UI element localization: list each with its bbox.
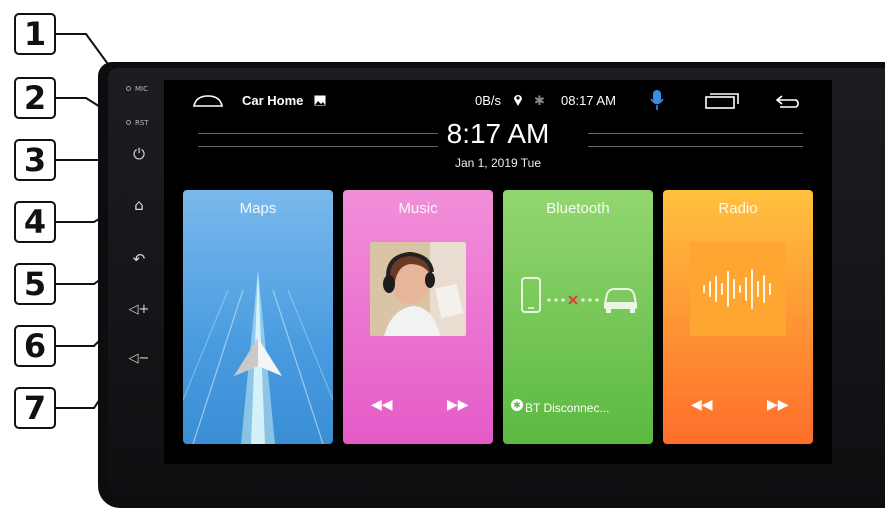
bluetooth-card[interactable]: Bluetooth ✱ BT Disconnec... — [503, 190, 653, 444]
radio-prev-icon[interactable]: ◀◀ — [691, 396, 713, 413]
back-arrow-icon[interactable] — [776, 94, 804, 108]
bt-status-icon: ✱ — [511, 399, 523, 411]
microphone-icon[interactable] — [650, 89, 664, 111]
sound-wave-icon — [703, 269, 771, 309]
radio-title: Radio — [718, 200, 758, 217]
maps-card[interactable]: Maps — [183, 190, 333, 444]
navigation-arrow-icon — [183, 270, 333, 444]
radio-card[interactable]: Radio ◀◀ ▶▶ — [663, 190, 813, 444]
music-forward-icon[interactable]: ▶▶ — [447, 396, 469, 413]
maps-title: Maps — [239, 200, 277, 217]
bluetooth-title: Bluetooth — [546, 200, 610, 217]
album-art-image — [370, 242, 466, 336]
app-title: Car Home — [242, 93, 304, 108]
clock-date: Jan 1, 2019 Tue — [454, 156, 542, 170]
status-time: 08:17 AM — [561, 93, 616, 108]
status-bar: Car Home 0B/s ✱ 08:17 AM — [164, 80, 832, 120]
music-card[interactable]: Music ◀◀ ▶▶ — [343, 190, 493, 444]
recent-apps-icon[interactable] — [705, 93, 739, 109]
network-speed: 0B/s — [475, 93, 502, 108]
image-icon — [314, 95, 326, 106]
home-outline-icon[interactable] — [192, 94, 224, 108]
rst-label: RST — [135, 119, 149, 127]
music-title: Music — [398, 200, 438, 217]
home-icon[interactable]: ⌂ — [128, 196, 150, 214]
screen: Car Home 0B/s ✱ 08:17 AM 8:17 AM Jan 1, … — [164, 80, 832, 464]
bluetooth-icon: ✱ — [534, 93, 545, 108]
location-icon — [514, 95, 522, 106]
mic-label: MIC — [135, 85, 148, 93]
back-icon[interactable]: ↶ — [128, 250, 150, 268]
radio-next-icon[interactable]: ▶▶ — [767, 396, 789, 413]
rst-hole[interactable] — [126, 120, 131, 125]
radio-art — [690, 242, 786, 336]
bt-status-text: BT Disconnec... — [525, 401, 610, 415]
volume-up-icon[interactable]: ◁+ — [128, 302, 150, 317]
mic-hole — [126, 86, 131, 91]
power-icon[interactable]: ⏻ — [128, 145, 150, 163]
phone-to-car-icon — [521, 277, 638, 313]
music-rewind-icon[interactable]: ◀◀ — [371, 396, 393, 413]
clock-time: 8:17 AM — [446, 118, 550, 149]
volume-down-icon[interactable]: ◁− — [128, 351, 150, 366]
